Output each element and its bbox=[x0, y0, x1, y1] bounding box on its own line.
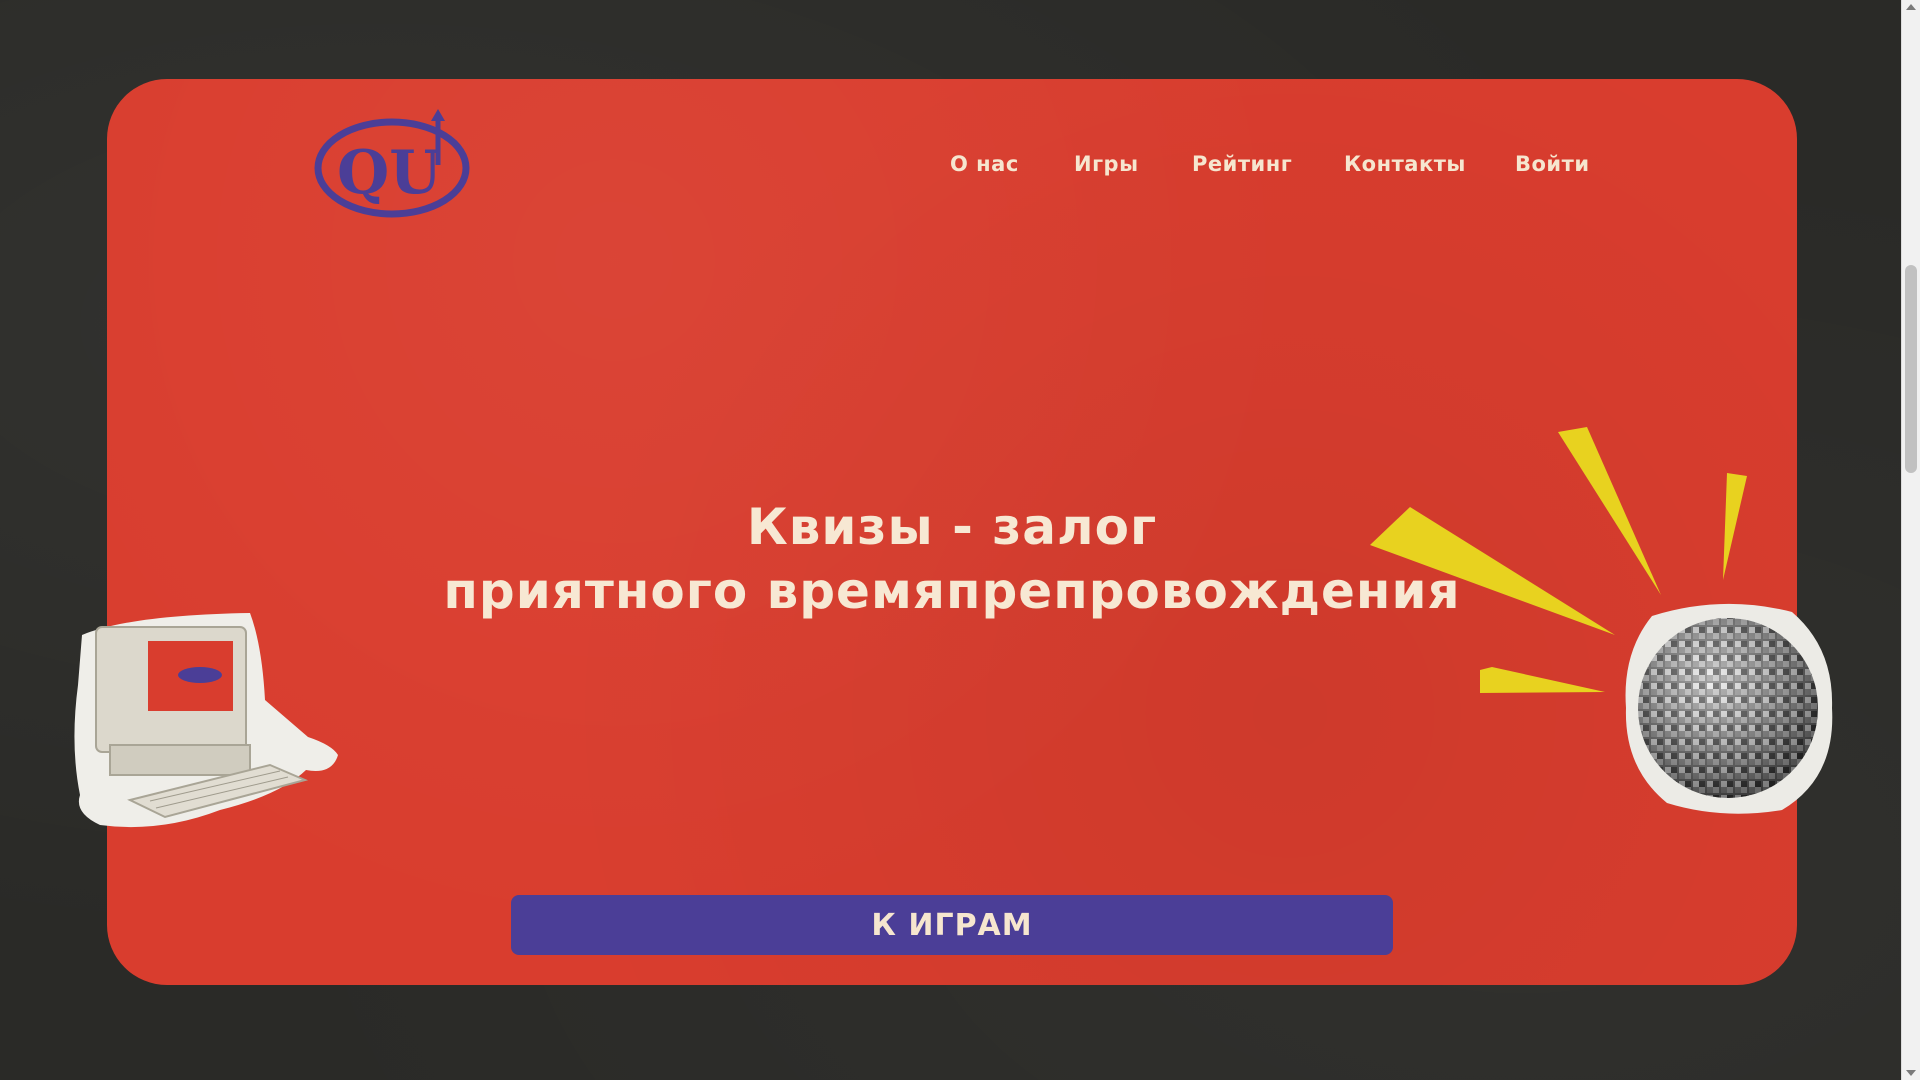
qu-logo[interactable]: QU bbox=[314, 105, 474, 221]
scroll-thumb[interactable] bbox=[1905, 265, 1917, 473]
vertical-scrollbar[interactable] bbox=[1901, 0, 1920, 1080]
disco-ball-icon bbox=[1625, 603, 1833, 814]
logo-text: QU bbox=[337, 138, 442, 208]
nav-contacts[interactable]: Контакты bbox=[1344, 152, 1466, 176]
page-viewport: QU О нас Игры Рейтинг Контакты Войти Кви… bbox=[0, 0, 1902, 1080]
nav-about[interactable]: О нас bbox=[950, 152, 1019, 176]
scroll-up-arrow-icon[interactable] bbox=[1906, 4, 1916, 10]
nav-rating[interactable]: Рейтинг bbox=[1192, 152, 1292, 176]
scroll-down-arrow-icon[interactable] bbox=[1906, 1070, 1916, 1076]
to-games-button[interactable]: К ИГРАМ bbox=[511, 895, 1393, 955]
nav-games[interactable]: Игры bbox=[1074, 152, 1139, 176]
retro-computer-icon bbox=[74, 613, 338, 828]
nav-login[interactable]: Войти bbox=[1515, 152, 1590, 176]
